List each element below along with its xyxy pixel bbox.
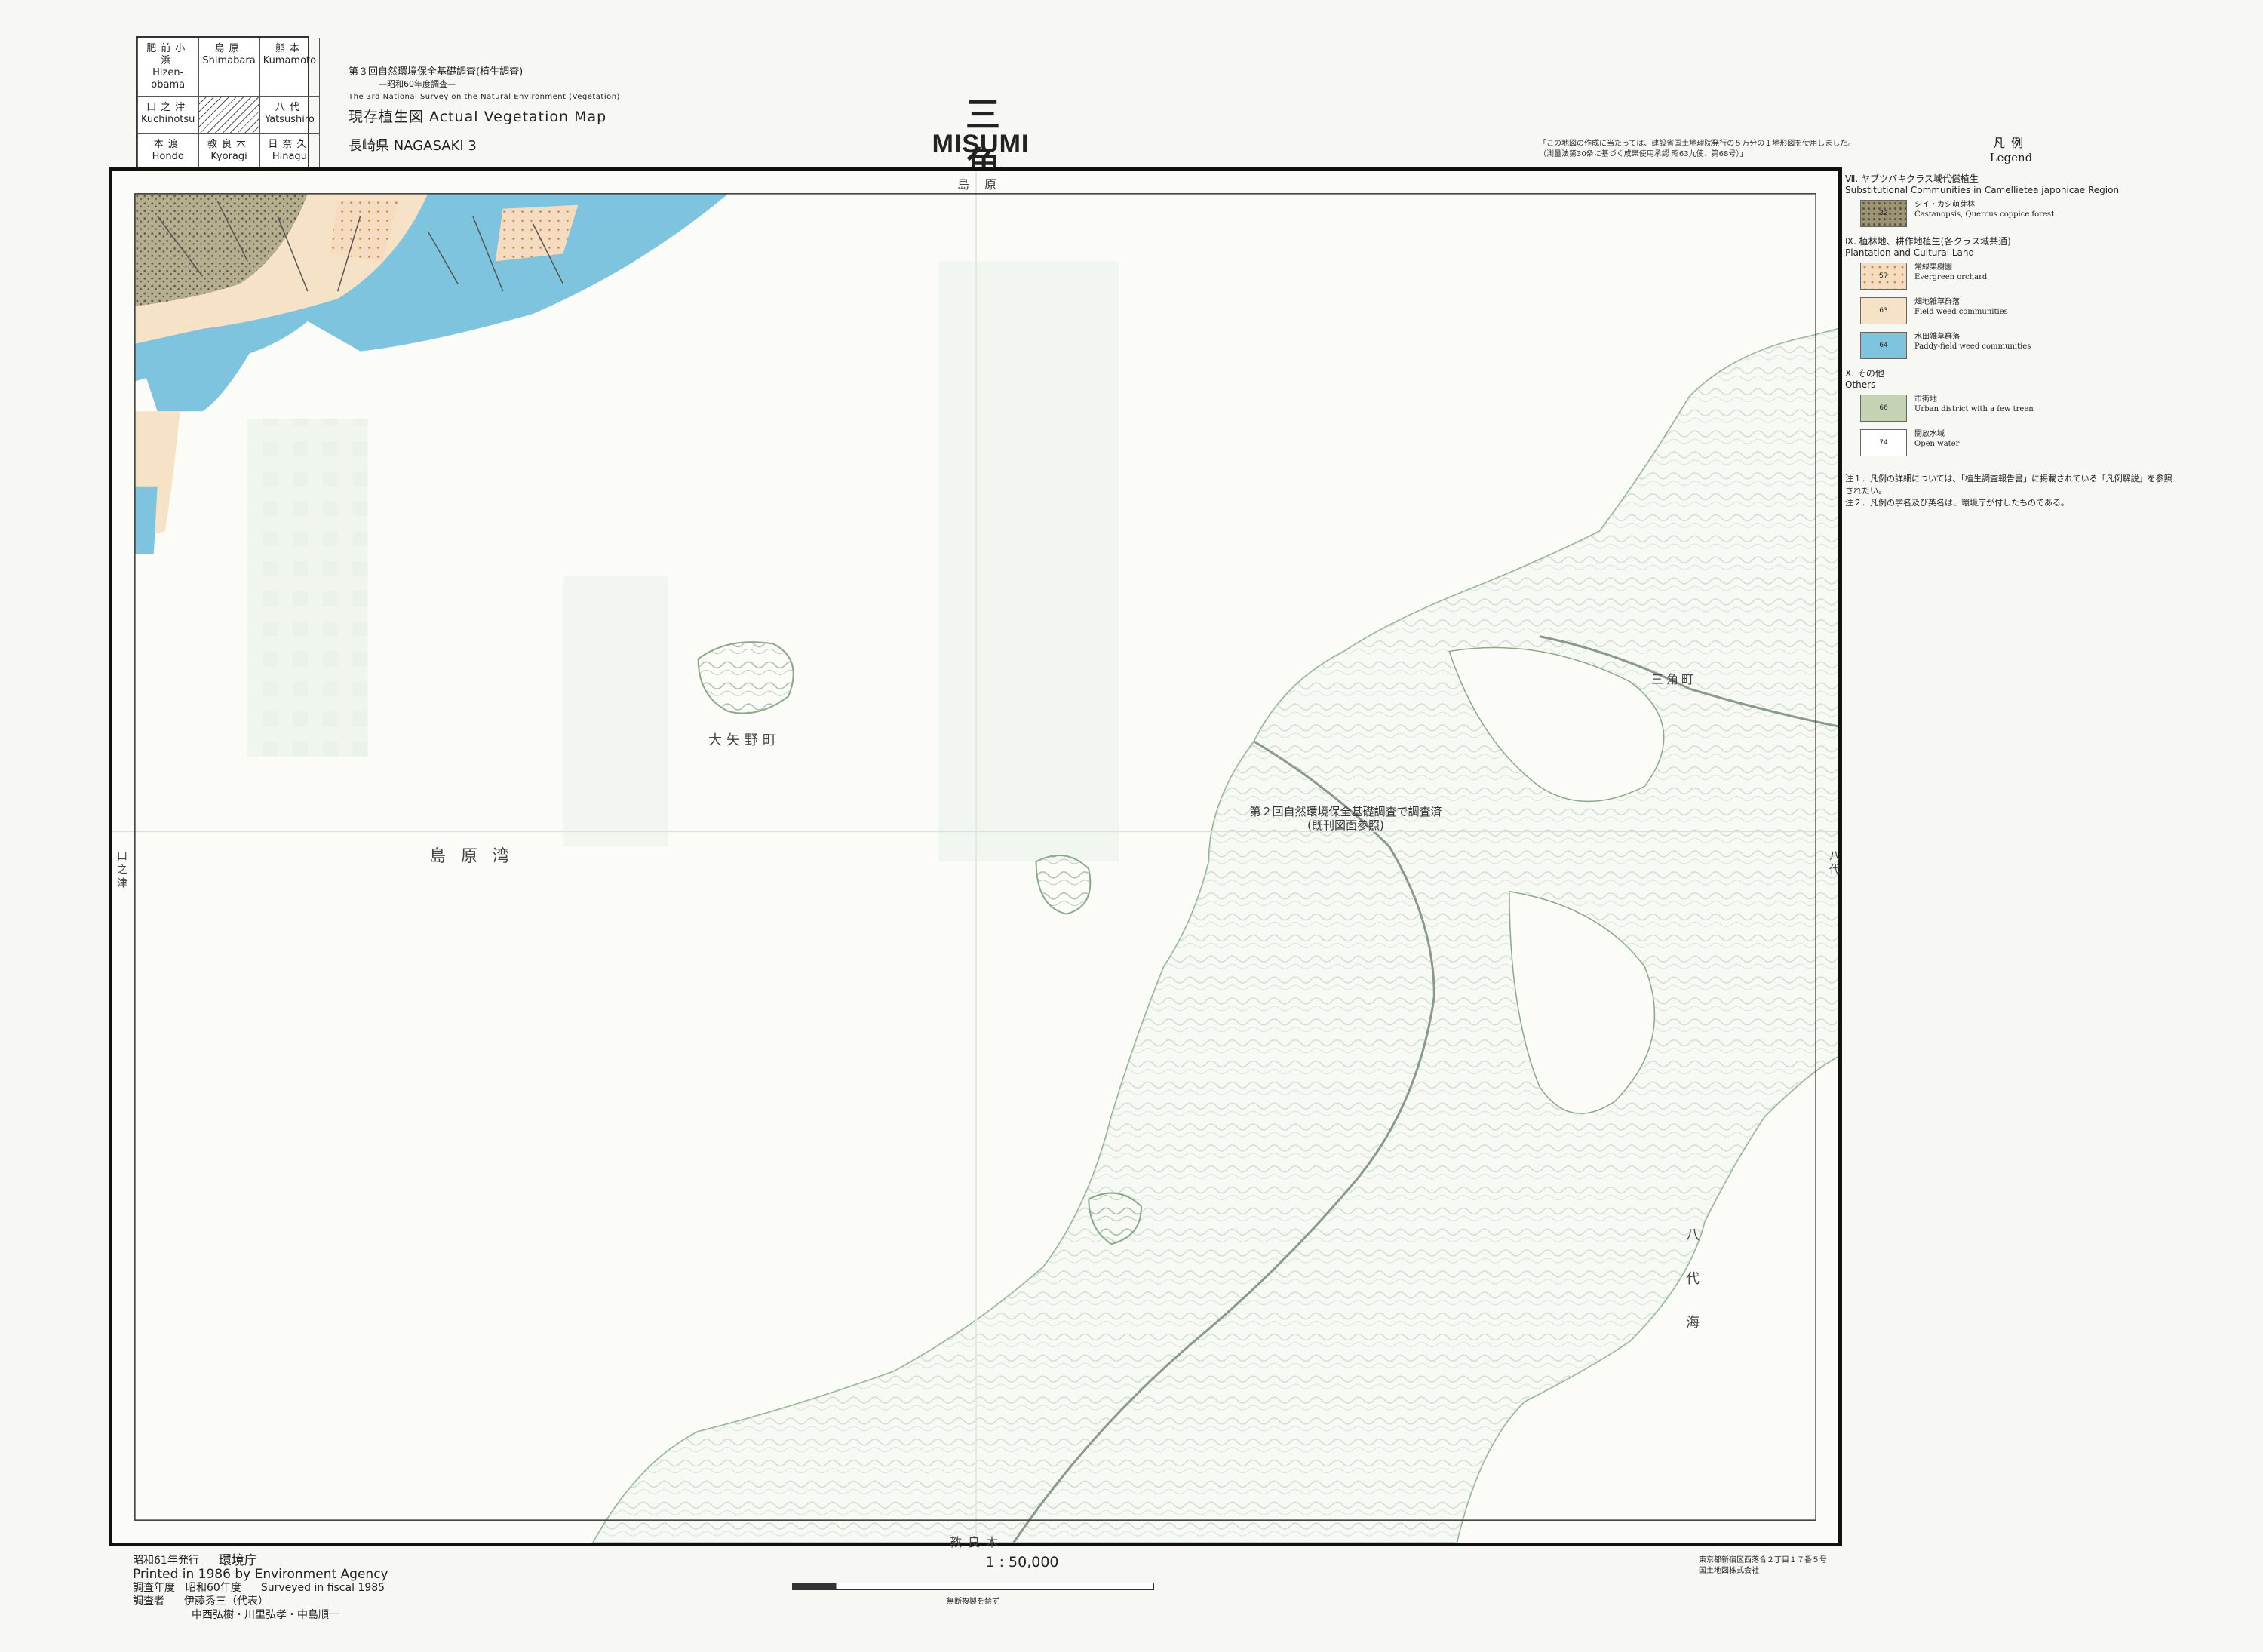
printer-name: 国土地図株式会社 <box>1699 1567 1759 1575</box>
faded-area <box>563 576 668 847</box>
legend-swatch: 74 <box>1860 429 1907 456</box>
legend-swatch: 63 <box>1860 297 1907 324</box>
legend-item-jp: シイ・カシ萌芽林 <box>1914 201 1975 209</box>
legend-item: 32 シイ・カシ萌芽林 Castanopsis, Quercus coppice f… <box>1860 200 2177 227</box>
legend-section-title-jp: Ⅸ. 植林地、耕作地植生(各クラス域共通) <box>1845 236 2011 247</box>
legend-notes: 注１．凡例の詳細については、「植生調査報告書」に掲載されている「凡例解説」を参照… <box>1845 473 2177 509</box>
issue-year: 昭和61年発行 <box>133 1555 199 1567</box>
legend-section: Ⅹ. その他 Others 66 市街地 Urban district with a f… <box>1845 367 2177 456</box>
survey-title-en: The 3rd National Survey on the Natural E… <box>349 93 620 101</box>
legend-swatch: 57 <box>1860 263 1907 290</box>
legend-item-jp: 水田雑草群落 <box>1914 333 1960 341</box>
legend-section-title-en: Substitutional Communities in Camelliete… <box>1845 185 2120 195</box>
copyright-warning: 無断複製を禁ず <box>947 1598 999 1606</box>
surveyors-others: 中西弘樹・川里弘孝・中島順一 <box>192 1609 339 1621</box>
legend-item-text: 水田雑草群落 Paddy-field weed communities <box>1914 332 2031 352</box>
map-canvas <box>112 171 1838 1543</box>
vegetation-paddy-area <box>134 343 256 412</box>
index-cell: 口之津 Kuchinotsu <box>137 97 199 134</box>
scale-block: 1 : 50,000 無断複製を禁ず <box>785 1554 1162 1606</box>
legend-item-en: Urban district with a few treen <box>1914 405 2034 413</box>
map-title-en: MISUMI <box>932 130 1030 158</box>
index-cell: 本渡 Hondo <box>137 134 199 170</box>
legend-title-en: Legend <box>1989 151 2033 164</box>
sheet-index-grid: 肥前小浜 Hizen-obama 島原 Shimabara 熊本 Kumamoto 口… <box>136 36 321 172</box>
margin-label-bottom: 教良木 <box>950 1535 1005 1549</box>
map-type: 現存植生図 Actual Vegetation Map <box>349 109 607 125</box>
legend-item-en: Castanopsis, Quercus coppice forest <box>1914 210 2054 219</box>
printer-info: 東京都新宿区西落合２丁目１７番５号 国土地図株式会社 <box>1699 1555 1850 1577</box>
index-cell: 教良木 Kyoragi <box>198 134 259 170</box>
publication-info: 昭和61年発行 環境庁 Printed in 1986 by Environmen… <box>133 1554 585 1622</box>
faded-area <box>247 419 368 757</box>
prefecture-sheet: 長崎県 NAGASAKI 3 <box>349 138 477 154</box>
legend-item-text: 畑地雑草群落 Field weed communities <box>1914 297 2008 317</box>
legend-sections: Ⅶ. ヤブツバキクラス域代償植生 Substitutional Communiti… <box>1845 172 2177 456</box>
previously-surveyed-note: 第２回自然環境保全基礎調査で調査済 (既刊図面参照) <box>1249 805 1442 832</box>
faded-area <box>938 261 1119 861</box>
survey-info: 第３回自然環境保全基礎調査(植生調査) —昭和60年度調査— The 3rd N… <box>349 63 650 155</box>
survey-title: 第３回自然環境保全基礎調査(植生調査) <box>349 66 524 78</box>
town-label-misumi: 三角町 <box>1651 672 1697 686</box>
index-cell-current <box>198 97 259 134</box>
legend-item: 66 市街地 Urban district with a few treen <box>1860 395 2177 422</box>
landmass-right-fill <box>593 328 1838 1543</box>
legend-section: Ⅶ. ヤブツバキクラス域代償植生 Substitutional Communiti… <box>1845 172 2177 227</box>
scale-bar <box>792 1583 1154 1590</box>
legend-item: 57 常緑果樹園 Evergreen orchard <box>1860 263 2177 290</box>
legend-item-jp: 市街地 <box>1914 395 1937 404</box>
survey-fiscal-jp: 調査年度 昭和60年度 <box>133 1582 241 1594</box>
index-cell: 島原 Shimabara <box>198 38 259 97</box>
island-small <box>1035 855 1092 915</box>
index-cell: 日奈久 Hinagu <box>259 134 321 170</box>
legend-section-title-en: Others <box>1845 379 1876 390</box>
legend-swatch: 66 <box>1860 395 1907 422</box>
vegetation-paddy-area <box>134 486 158 554</box>
survey-year: —昭和60年度調査— <box>379 79 456 89</box>
legend-item-en: Evergreen orchard <box>1914 273 1988 281</box>
legend-swatch: 64 <box>1860 332 1907 359</box>
source-note: 「この地図の作成に当たっては、建設省国土地理院発行の５万分の１地形図を使用しまし… <box>1539 140 1856 158</box>
legend-item: 63 畑地雑草群落 Field weed communities <box>1860 297 2177 324</box>
legend-title-jp: 凡例 <box>1992 136 2029 150</box>
index-cell: 熊本 Kumamoto <box>259 38 321 97</box>
legend-item-en: Open water <box>1914 440 1960 448</box>
survey-fiscal-en: Surveyed in fiscal 1985 <box>260 1582 385 1594</box>
map-frame: 島原 島原湾 口之津 八代 教良木 大矢野町 三角町 八代海 第２回自然環境保全… <box>109 167 1842 1549</box>
margin-label-right: 八代 <box>1828 850 1840 877</box>
legend-note: 注１．凡例の詳細については、「植生調査報告書」に掲載されている「凡例解説」を参照… <box>1845 474 2172 496</box>
index-cell: 八代 Yatsushiro <box>259 97 321 134</box>
legend-item-en: Paddy-field weed communities <box>1914 342 2031 351</box>
margin-label-left: 口之津 <box>115 850 127 891</box>
printed-by: Printed in 1986 by Environment Agency <box>133 1567 388 1582</box>
legend-item: 64 水田雑草群落 Paddy-field weed communities <box>1860 332 2177 359</box>
legend: 凡例 Legend Ⅶ. ヤブツバキクラス域代償植生 Substitutional… <box>1845 133 2177 509</box>
legend-note: 注２．凡例の学名及び英名は、環境庁が付したものである。 <box>1845 498 2069 508</box>
index-cell: 肥前小浜 Hizen-obama <box>137 38 199 97</box>
legend-item: 74 開放水域 Open water <box>1860 429 2177 456</box>
legend-section-title-jp: Ⅶ. ヤブツバキクラス域代償植生 <box>1845 173 1979 184</box>
legend-item-jp: 常緑果樹園 <box>1914 263 1952 272</box>
legend-item-text: 常緑果樹園 Evergreen orchard <box>1914 263 1987 282</box>
surveyors-label: 調査者 <box>133 1595 164 1607</box>
sea-label-yatsushiro: 八代海 <box>1684 1227 1700 1359</box>
island-small <box>697 641 794 714</box>
legend-item-jp: 開放水域 <box>1914 430 1945 438</box>
margin-label-top: 島原 <box>957 177 1012 192</box>
sea-label-shimabara-bay: 島原湾 <box>429 847 525 866</box>
legend-section-title-en: Plantation and Cultural Land <box>1845 247 1975 258</box>
town-label-oyano: 大矢野町 <box>708 732 781 748</box>
legend-item-text: 開放水域 Open water <box>1914 429 1959 449</box>
printer-address: 東京都新宿区西落合２丁目１７番５号 <box>1699 1556 1827 1564</box>
legend-item-text: シイ・カシ萌芽林 Castanopsis, Quercus coppice for… <box>1914 200 2054 220</box>
surveyors-lead: 伊藤秀三（代表） <box>184 1595 269 1607</box>
legend-swatch: 32 <box>1860 200 1907 227</box>
legend-item-text: 市街地 Urban district with a few treen <box>1914 395 2034 414</box>
scale-ratio: 1 : 50,000 <box>985 1554 1059 1571</box>
legend-item-jp: 畑地雑草群落 <box>1914 298 1960 306</box>
agency-name: 環境庁 <box>218 1553 257 1568</box>
legend-section-title-jp: Ⅹ. その他 <box>1845 368 1884 379</box>
legend-section: Ⅸ. 植林地、耕作地植生(各クラス域共通) Plantation and Cult… <box>1845 235 2177 359</box>
legend-item-en: Field weed communities <box>1914 308 2008 316</box>
